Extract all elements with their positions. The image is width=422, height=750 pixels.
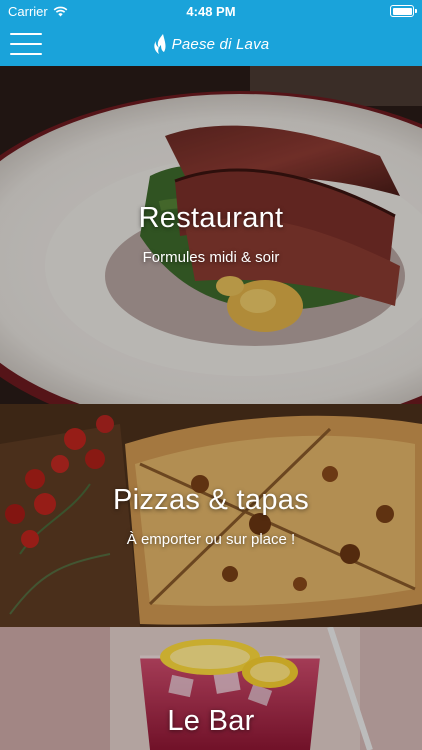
card-restaurant[interactable]: Restaurant Formules midi & soir xyxy=(0,66,422,404)
carrier-label: Carrier xyxy=(8,3,48,19)
card-title: Le Bar xyxy=(167,705,255,737)
card-subtitle: À emporter ou sur place ! xyxy=(126,531,296,548)
card-bar[interactable]: Le Bar xyxy=(0,627,422,750)
status-bar: Carrier 4:48 PM xyxy=(0,0,422,22)
battery-icon xyxy=(390,5,417,17)
wifi-icon xyxy=(53,6,68,16)
menu-line xyxy=(10,53,42,55)
battery-level xyxy=(392,7,412,15)
card-title: Pizzas & tapas xyxy=(112,484,309,516)
nav-bar: Paese di Lava xyxy=(0,22,422,66)
card-bar-text: Le Bar xyxy=(0,705,422,738)
status-left: Carrier xyxy=(8,4,68,19)
brand-logo[interactable]: Paese di Lava xyxy=(153,33,270,55)
card-pizzas[interactable]: Pizzas & tapas À emporter ou sur place ! xyxy=(0,404,422,627)
menu-button[interactable] xyxy=(10,33,42,55)
flame-icon xyxy=(153,34,166,54)
menu-line xyxy=(10,43,42,45)
menu-line xyxy=(10,33,42,35)
card-restaurant-text: Restaurant Formules midi & soir xyxy=(0,202,422,266)
card-title: Restaurant xyxy=(138,202,284,234)
card-subtitle: Formules midi & soir xyxy=(142,249,280,266)
card-pizzas-text: Pizzas & tapas À emporter ou sur place ! xyxy=(0,484,422,548)
brand-name: Paese di Lava xyxy=(171,35,270,53)
